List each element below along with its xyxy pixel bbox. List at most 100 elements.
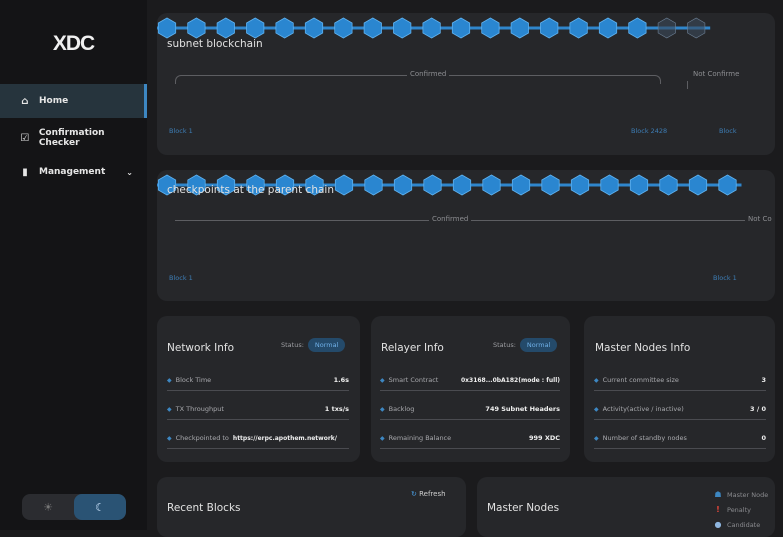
block-hexagon — [629, 174, 649, 196]
moon-icon[interactable]: ☾ — [74, 494, 126, 520]
block-hexagon — [659, 174, 678, 196]
recent-blocks-panel: Recent Blocks ↻ Refresh — [157, 477, 466, 537]
bullet-icon: ◆ — [594, 405, 599, 413]
block-hexagon — [481, 17, 500, 39]
sidebar-item-management[interactable]: ▮ Management ⌄ — [0, 155, 147, 189]
row-label: Backlog — [388, 405, 415, 413]
info-row-checkpointed-to: ◆ Checkpointed to https://erpc.apothem.n… — [167, 428, 349, 449]
block-hexagon — [334, 17, 353, 39]
block-hexagon — [569, 17, 588, 39]
bullet-icon: ◆ — [380, 376, 385, 384]
not-confirmed-label: Not Confirme — [690, 70, 743, 78]
sidebar: XDC ⌂ Home ☑ Confirmation Checker ▮ Mana… — [0, 0, 147, 530]
row-label: Block Time — [175, 376, 212, 384]
block-hexagon — [510, 17, 529, 39]
block-label-last-confirmed: Block 2428 — [631, 127, 668, 135]
block-hexagon — [364, 174, 383, 196]
info-row-smart-contract: ◆ Smart Contract 0x3168...0bA182(mode : … — [380, 370, 560, 391]
block-hexagon — [275, 17, 294, 39]
sidebar-item-confirmation-checker[interactable]: ☑ Confirmation Checker — [0, 121, 147, 155]
network-info-panel: Network Info Status: Normal ◆ Block Time… — [157, 316, 360, 462]
legend-candidate: ● Candidate — [713, 520, 761, 529]
chevron-down-icon: ⌄ — [126, 167, 133, 177]
bullet-icon: ◆ — [167, 405, 172, 413]
block-hexagon — [598, 17, 618, 39]
master-nodes-title: Master Nodes — [487, 502, 560, 514]
bullet-icon: ◆ — [380, 405, 385, 413]
block-hexagon — [482, 174, 501, 196]
relayer-info-title: Relayer Info — [381, 342, 444, 354]
master-nodes-panel: Master Nodes ☗ Master Node ! Penalty ● C… — [477, 477, 775, 537]
parent-confirmed-label: Confirmed — [429, 215, 472, 223]
bullet-icon: ◆ — [594, 376, 599, 384]
legend-label: Candidate — [727, 520, 761, 529]
block-hexagon — [304, 17, 324, 39]
home-icon: ⌂ — [21, 95, 29, 107]
relayer-status: Status: Normal — [493, 338, 558, 352]
row-value: 749 Subnet Headers — [485, 405, 560, 413]
block-hexagon — [718, 174, 737, 196]
info-row-activity: ◆ Activity(active / inactive) 3 / 0 — [594, 399, 766, 420]
sidebar-item-label: Home — [39, 96, 69, 106]
master-nodes-info-title: Master Nodes Info — [595, 342, 691, 354]
info-row-tx-throughput: ◆ TX Throughput 1 txs/s — [167, 399, 349, 420]
network-info-title: Network Info — [167, 342, 235, 354]
info-row-backlog: ◆ Backlog 749 Subnet Headers — [380, 399, 560, 420]
checklist-icon: ☑ — [20, 132, 30, 144]
block-hexagon — [687, 17, 706, 39]
sun-icon[interactable]: ☀ — [22, 494, 74, 520]
block-hexagon — [452, 174, 472, 196]
bullet-icon: ◆ — [380, 434, 385, 442]
row-value: 1 txs/s — [324, 405, 349, 413]
block-hexagon — [216, 17, 235, 39]
block-label-first: Block 1 — [169, 127, 193, 135]
parent-block-label-last: Block 1 — [713, 274, 737, 282]
row-label: Current committee size — [602, 376, 679, 384]
confirmed-label: Confirmed — [407, 70, 450, 78]
row-label: Smart Contract — [388, 376, 439, 384]
master-node-icon: ☗ — [714, 490, 722, 499]
row-label: Activity(active / inactive) — [602, 405, 684, 413]
refresh-label: Refresh — [419, 490, 446, 498]
block-hexagon — [688, 174, 708, 196]
row-label: Remaining Balance — [388, 434, 452, 442]
bullet-icon: ◆ — [594, 434, 599, 442]
status-badge: Normal — [307, 338, 346, 352]
master-nodes-info-panel: Master Nodes Info ◆ Current committee si… — [584, 316, 775, 462]
sidebar-item-home[interactable]: ⌂ Home — [0, 84, 147, 118]
block-hexagon — [363, 17, 382, 39]
block-hexagon — [511, 174, 531, 196]
block-hexagon — [541, 174, 560, 196]
recent-blocks-title: Recent Blocks — [167, 502, 241, 514]
parent-block-label-first: Block 1 — [169, 274, 193, 282]
row-value: 1.6s — [333, 376, 349, 384]
block-hexagon — [334, 174, 354, 196]
block-hexagon — [187, 17, 206, 39]
penalty-icon: ! — [716, 505, 720, 514]
row-value: 3 — [761, 376, 766, 384]
network-status: Status: Normal — [281, 338, 346, 352]
legend-label: Penalty — [727, 505, 751, 514]
block-hexagon — [422, 17, 441, 39]
row-value: https://erpc.apothem.network/ — [232, 434, 337, 442]
block-hexagon — [570, 174, 590, 196]
legend-master-node: ☗ Master Node — [713, 490, 768, 499]
candidate-icon: ● — [714, 520, 722, 529]
block-hexagon — [423, 174, 442, 196]
bullet-icon: ◆ — [167, 376, 172, 384]
parent-title: checkpoints at the parent chain — [167, 184, 334, 196]
xdc-logo: XDC — [52, 32, 95, 55]
sidebar-item-label: Management — [39, 167, 106, 177]
refresh-button[interactable]: ↻ Refresh — [411, 490, 446, 498]
theme-toggle[interactable]: ☀ ☾ — [22, 494, 126, 520]
info-row-committee-size: ◆ Current committee size 3 — [594, 370, 766, 391]
block-hexagon — [157, 17, 177, 39]
row-value: 999 XDC — [528, 434, 560, 442]
sidebar-item-label: Confirmation Checker — [38, 128, 105, 148]
subnet-blockchain-panel: subnet blockchain Confirmed Not Confirme… — [157, 13, 775, 155]
status-label: Status: — [493, 341, 516, 349]
info-row-standby-nodes: ◆ Number of standby nodes 0 — [594, 428, 766, 449]
subnet-title: subnet blockchain — [167, 38, 263, 50]
status-badge: Normal — [519, 338, 558, 352]
block-label-last: Block — [719, 127, 737, 135]
